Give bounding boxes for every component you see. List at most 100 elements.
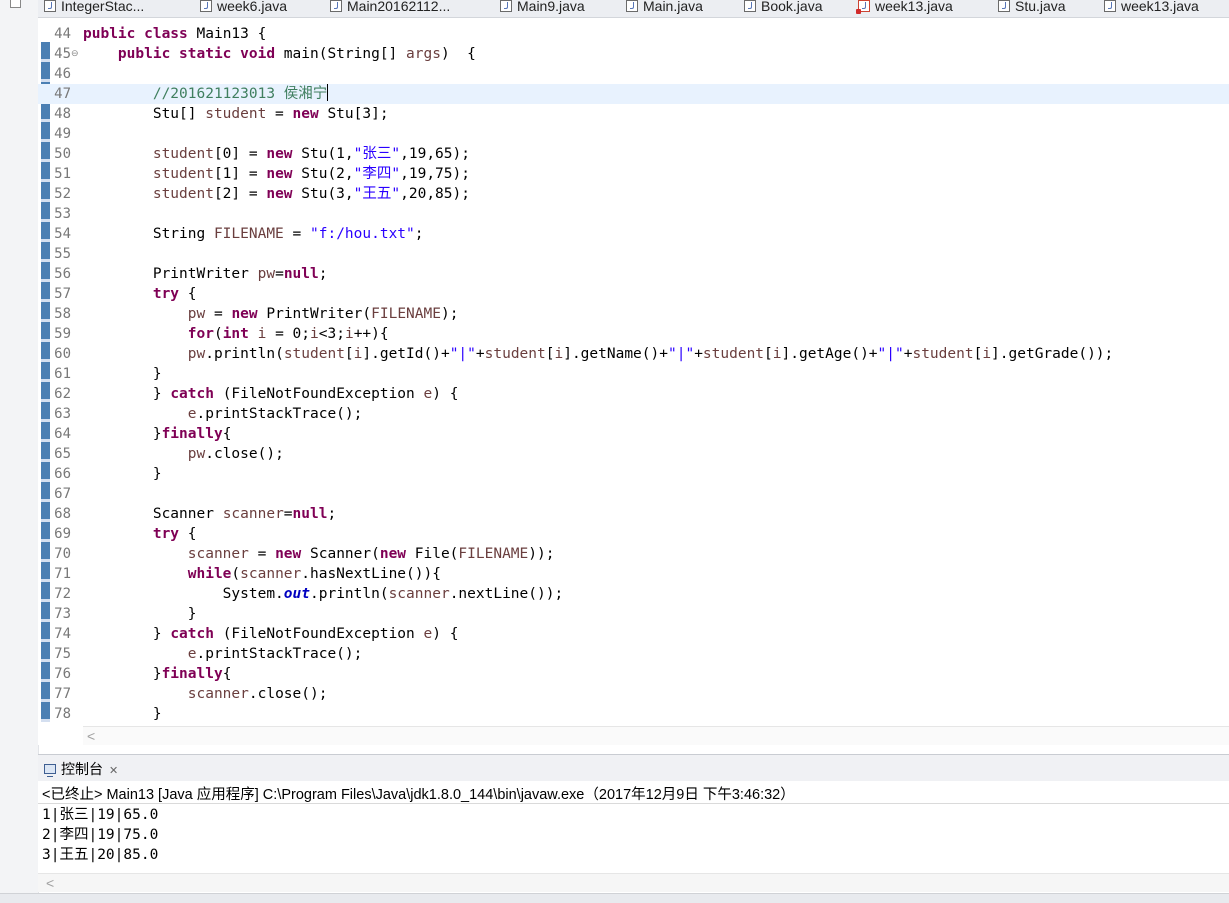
code-text: student[1] = new Stu(2,"李四",19,75); <box>83 164 470 184</box>
code-line[interactable]: 49 <box>38 124 1229 144</box>
editor-tab[interactable]: week13.java <box>1104 0 1199 17</box>
code-token: [ <box>973 346 983 362</box>
code-line[interactable]: 71 while(scanner.hasNextLine()){ <box>38 564 1229 584</box>
code-token: student <box>912 346 974 362</box>
code-text: for(int i = 0;i<3;i++){ <box>83 324 389 344</box>
code-token: student <box>702 346 765 362</box>
code-token: e <box>423 626 433 642</box>
editor-horizontal-scrollbar[interactable]: < <box>83 726 1229 745</box>
code-token: scanner <box>187 546 249 562</box>
code-line[interactable]: 53 <box>38 204 1229 224</box>
editor-tab[interactable]: Main.java <box>626 0 703 17</box>
code-line[interactable]: 77 scanner.close(); <box>38 684 1229 704</box>
code-line[interactable]: 76 }finally{ <box>38 664 1229 684</box>
code-token: scanner <box>240 566 302 582</box>
code-line[interactable]: 65 pw.close(); <box>38 444 1229 464</box>
code-line[interactable]: 58 pw = new PrintWriter(FILENAME); <box>38 304 1229 324</box>
code-token: ; <box>414 226 424 242</box>
code-line[interactable]: 60 pw.println(student[i].getId()+"|"+stu… <box>38 344 1229 364</box>
code-line[interactable]: 61 } <box>38 364 1229 384</box>
console-horizontal-scrollbar[interactable]: < <box>38 873 1229 892</box>
code-line[interactable]: 56 PrintWriter pw=null; <box>38 264 1229 284</box>
code-line[interactable]: 70 scanner = new Scanner(new File(FILENA… <box>38 544 1229 564</box>
java-file-icon <box>330 0 342 12</box>
line-number: 76 <box>54 666 71 682</box>
code-line[interactable]: 64 }finally{ <box>38 424 1229 444</box>
code-line[interactable]: 78 } <box>38 704 1229 724</box>
code-token: finally <box>161 666 223 682</box>
code-line[interactable]: 48 Stu[] student = new Stu[3]; <box>38 104 1229 124</box>
editor-tab[interactable]: IntegerStac... <box>44 0 144 17</box>
code-line[interactable]: 54 String FILENAME = "f:/hou.txt"; <box>38 224 1229 244</box>
code-text: pw = new PrintWriter(FILENAME); <box>83 304 459 324</box>
code-line[interactable]: 73 } <box>38 604 1229 624</box>
code-text: } <box>83 704 162 724</box>
code-token: = <box>275 266 284 282</box>
code-text: } catch (FileNotFoundException e) { <box>83 624 459 644</box>
code-token: int <box>222 326 258 342</box>
editor-tab[interactable]: Stu.java <box>998 0 1066 17</box>
code-line[interactable]: 66 } <box>38 464 1229 484</box>
scroll-left-icon[interactable]: < <box>87 727 95 745</box>
fold-toggle-icon[interactable]: ⊖ <box>71 49 79 58</box>
editor-tab-bar: IntegerStac... week6.java Main20162112... M… <box>38 0 1229 18</box>
code-token: student <box>152 186 214 202</box>
close-icon[interactable]: ✕ <box>109 765 118 777</box>
code-line[interactable]: 68 Scanner scanner=null; <box>38 504 1229 524</box>
code-token: Main13 { <box>196 26 267 42</box>
code-line[interactable]: 59 for(int i = 0;i<3;i++){ <box>38 324 1229 344</box>
line-number: 62 <box>54 386 71 402</box>
code-text: } <box>83 464 162 484</box>
editor-tab-label: Main20162112... <box>347 0 451 14</box>
code-line[interactable]: 46 <box>38 64 1229 84</box>
code-line[interactable]: 63 e.printStackTrace(); <box>38 404 1229 424</box>
tab-console[interactable]: 控制台 ✕ <box>44 759 118 779</box>
code-line[interactable]: 47 //201621123013 侯湘宁 <box>38 84 1229 104</box>
code-token: new <box>266 186 302 202</box>
code-line[interactable]: 67 <box>38 484 1229 504</box>
code-line[interactable]: 55 <box>38 244 1229 264</box>
code-token: scanner <box>388 586 450 602</box>
minimize-view-icon[interactable] <box>10 0 21 8</box>
code-token: new <box>266 166 302 182</box>
line-number: 59 <box>54 326 71 342</box>
code-token: Scanner( <box>310 546 380 562</box>
code-token: pw <box>187 306 206 322</box>
java-file-error-icon <box>856 0 870 14</box>
console-view[interactable]: <已终止> Main13 [Java 应用程序] C:\Program File… <box>38 781 1229 892</box>
code-token: new <box>266 146 302 162</box>
code-line[interactable]: 69 try { <box>38 524 1229 544</box>
editor-tab[interactable]: Main9.java <box>500 0 585 17</box>
editor-tab[interactable]: Book.java <box>744 0 822 17</box>
line-number: 47 <box>54 86 71 102</box>
code-token: e <box>187 646 197 662</box>
code-token: <3; <box>318 326 345 342</box>
editor-tab[interactable]: Main20162112... <box>330 0 450 17</box>
code-line[interactable]: 75 e.printStackTrace(); <box>38 644 1229 664</box>
code-line[interactable]: 51 student[1] = new Stu(2,"李四",19,75); <box>38 164 1229 184</box>
line-number: 75 <box>54 646 71 662</box>
code-line[interactable]: 74 } catch (FileNotFoundException e) { <box>38 624 1229 644</box>
code-line[interactable]: 62 } catch (FileNotFoundException e) { <box>38 384 1229 404</box>
code-line[interactable]: 44 public class Main13 { <box>38 24 1229 44</box>
code-token: = 0; <box>266 326 311 342</box>
code-text: student[2] = new Stu(3,"王五",20,85); <box>83 184 470 204</box>
code-line[interactable]: 72 System.out.println(scanner.nextLine()… <box>38 584 1229 604</box>
editor-tab[interactable]: week13.java <box>856 0 953 17</box>
code-token: [ <box>344 346 354 362</box>
code-token: Stu(3, <box>301 186 354 202</box>
code-editor[interactable]: 44 public class Main13 {45 ⊖ public static… <box>38 18 1229 745</box>
code-token: (FileNotFoundException <box>222 386 424 402</box>
code-line[interactable]: 50 student[0] = new Stu(1,"张三",19,65); <box>38 144 1229 164</box>
code-line[interactable]: 45 ⊖ public static void main(String[] arg… <box>38 44 1229 64</box>
scroll-left-icon[interactable]: < <box>46 874 54 892</box>
code-line[interactable]: 52 student[2] = new Stu(3,"王五",20,85); <box>38 184 1229 204</box>
code-token: } <box>83 426 162 442</box>
editor-tab[interactable]: week6.java <box>200 0 287 17</box>
code-line[interactable]: 57 try { <box>38 284 1229 304</box>
code-text: public class Main13 { <box>83 24 266 44</box>
